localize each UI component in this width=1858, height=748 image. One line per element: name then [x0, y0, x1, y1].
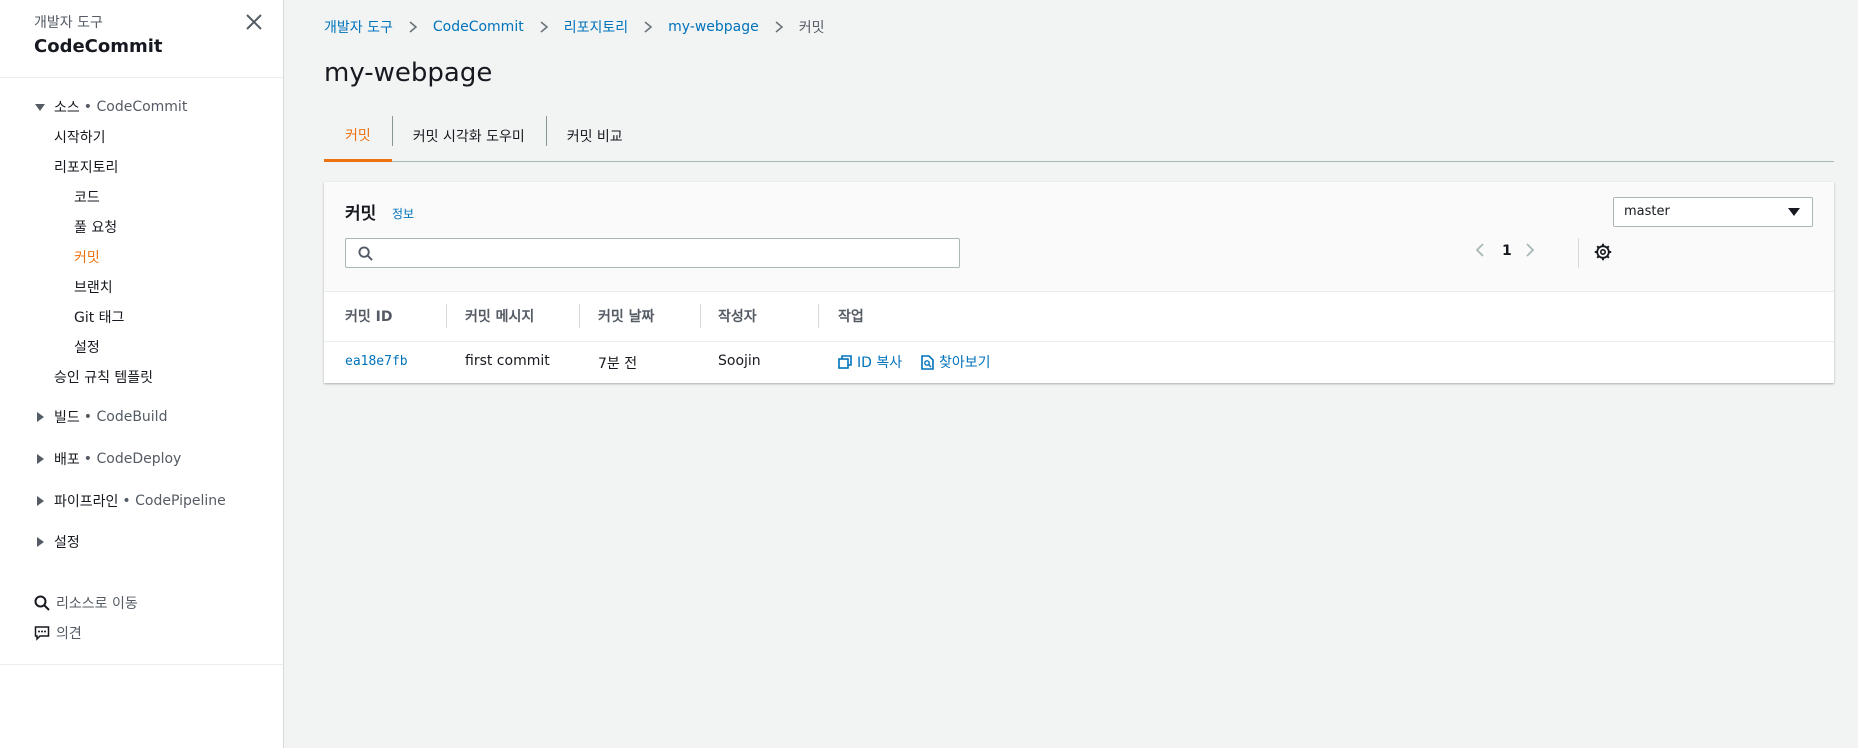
- browse-label: 찾아보기: [939, 355, 991, 371]
- sidebar-section-sub: • CodeCommit: [83, 99, 188, 115]
- sidebar-section-sub: • CodeDeploy: [83, 451, 182, 467]
- pager-divider: [1578, 238, 1579, 268]
- caret-right-icon: [37, 496, 44, 506]
- caret-down-icon: [1788, 208, 1800, 216]
- sidebar-section-label: 파이프라인: [54, 494, 119, 510]
- sidebar-header: 개발자 도구 CodeCommit: [0, 0, 283, 78]
- sidebar-section-pipeline[interactable]: 파이프라인 • CodePipeline: [34, 491, 226, 511]
- close-icon[interactable]: [244, 12, 264, 32]
- sidebar-section-settings[interactable]: 설정: [34, 532, 80, 552]
- feedback-label: 의견: [56, 626, 82, 642]
- commit-message: first commit: [465, 353, 550, 369]
- tab-commit-visualizer[interactable]: 커밋 시각화 도우미: [391, 110, 546, 162]
- table-row-divider: [324, 341, 1834, 342]
- branch-select[interactable]: master: [1613, 197, 1813, 227]
- sidebar-item-pull-requests[interactable]: 풀 요청: [74, 217, 117, 237]
- tab-commits[interactable]: 커밋: [324, 110, 392, 162]
- search-box[interactable]: [345, 238, 960, 268]
- chevron-right-icon: [540, 21, 548, 33]
- panel-title: 커밋: [345, 204, 377, 224]
- tab-compare-commits[interactable]: 커밋 비교: [545, 110, 644, 162]
- search-icon: [34, 595, 50, 611]
- gear-icon[interactable]: [1594, 243, 1612, 261]
- chevron-left-icon[interactable]: [1474, 242, 1486, 258]
- sidebar-section-build[interactable]: 빌드 • CodeBuild: [34, 407, 167, 427]
- go-to-resource-label: 리소스로 이동: [56, 596, 138, 612]
- side-navigation: 개발자 도구 CodeCommit 소스 • CodeCommit 시작하기 리…: [0, 0, 284, 748]
- branch-select-value: master: [1624, 204, 1670, 219]
- breadcrumb-repository[interactable]: my-webpage: [668, 19, 759, 35]
- chevron-right-icon[interactable]: [1524, 242, 1536, 258]
- sidebar-item-approval-templates[interactable]: 승인 규칙 템플릿: [54, 367, 153, 387]
- commits-panel: 커밋 정보 master 1 커밋 ID 커밋 메시지 커밋 날짜 작성자 작업: [324, 182, 1834, 383]
- browse-button[interactable]: 찾아보기: [921, 352, 991, 372]
- page-title: my-webpage: [324, 58, 493, 88]
- commit-date: 7분 전: [598, 356, 638, 372]
- sidebar-service-title[interactable]: CodeCommit: [34, 36, 163, 57]
- sidebar-section-source[interactable]: 소스 • CodeCommit: [34, 97, 187, 117]
- sidebar-item-repo-settings[interactable]: 설정: [74, 337, 100, 357]
- breadcrumb-repositories[interactable]: 리포지토리: [564, 17, 628, 37]
- column-divider: [579, 304, 580, 328]
- sidebar-section-label: 배포: [54, 452, 80, 468]
- column-divider: [818, 304, 819, 328]
- page-number[interactable]: 1: [1502, 243, 1512, 259]
- search-input[interactable]: [380, 243, 950, 263]
- breadcrumb-developer-tools[interactable]: 개발자 도구: [324, 17, 393, 37]
- sidebar-divider: [0, 664, 283, 665]
- column-divider: [446, 304, 447, 328]
- column-header-author[interactable]: 작성자: [718, 306, 757, 326]
- file-browse-icon: [921, 354, 934, 370]
- caret-right-icon: [37, 454, 44, 464]
- go-to-resource-link[interactable]: 리소스로 이동: [34, 593, 138, 613]
- chevron-right-icon: [644, 21, 653, 33]
- column-header-commit-id[interactable]: 커밋 ID: [345, 306, 392, 326]
- caret-down-icon: [35, 104, 45, 111]
- caret-right-icon: [37, 412, 44, 422]
- copy-icon: [838, 355, 852, 369]
- commit-id-link[interactable]: ea18e7fb: [345, 354, 408, 369]
- sidebar-section-sub: • CodePipeline: [122, 493, 226, 509]
- chevron-right-icon: [775, 21, 783, 33]
- sidebar-section-deploy[interactable]: 배포 • CodeDeploy: [34, 449, 181, 469]
- sidebar-section-label: 빌드: [54, 410, 80, 426]
- caret-right-icon: [37, 537, 44, 547]
- feedback-link[interactable]: 의견: [34, 623, 82, 643]
- copy-id-button[interactable]: ID 복사: [838, 352, 902, 372]
- sidebar-section-sub: • CodeBuild: [83, 409, 168, 425]
- sidebar-item-git-tags[interactable]: Git 태그: [74, 307, 124, 327]
- column-divider: [700, 304, 701, 328]
- sidebar-item-branches[interactable]: 브랜치: [74, 277, 113, 297]
- breadcrumb: 개발자 도구 CodeCommit 리포지토리 my-webpage 커밋: [324, 17, 825, 37]
- sidebar-item-code[interactable]: 코드: [74, 187, 100, 207]
- sidebar-item-repositories[interactable]: 리포지토리: [54, 157, 118, 177]
- sidebar-item-commits[interactable]: 커밋: [74, 247, 100, 267]
- commit-author: Soojin: [718, 353, 761, 369]
- sidebar-kicker: 개발자 도구: [34, 15, 103, 31]
- column-header-commit-message[interactable]: 커밋 메시지: [465, 306, 534, 326]
- sidebar-item-getting-started[interactable]: 시작하기: [54, 127, 106, 147]
- search-icon: [358, 246, 373, 261]
- sidebar-section-label: 설정: [54, 535, 80, 551]
- breadcrumb-codecommit[interactable]: CodeCommit: [433, 19, 524, 35]
- copy-id-label: ID 복사: [857, 355, 903, 371]
- column-header-actions: 작업: [838, 309, 864, 325]
- panel-header: 커밋 정보 master 1: [324, 182, 1834, 292]
- info-link[interactable]: 정보: [392, 205, 414, 222]
- feedback-icon: [34, 626, 50, 641]
- breadcrumb-current: 커밋: [798, 20, 825, 36]
- sidebar-section-label: 소스: [54, 100, 80, 116]
- chevron-right-icon: [409, 21, 418, 33]
- tab-bar: 커밋 커밋 시각화 도우미 커밋 비교: [324, 110, 1834, 162]
- column-header-commit-date[interactable]: 커밋 날짜: [598, 306, 654, 326]
